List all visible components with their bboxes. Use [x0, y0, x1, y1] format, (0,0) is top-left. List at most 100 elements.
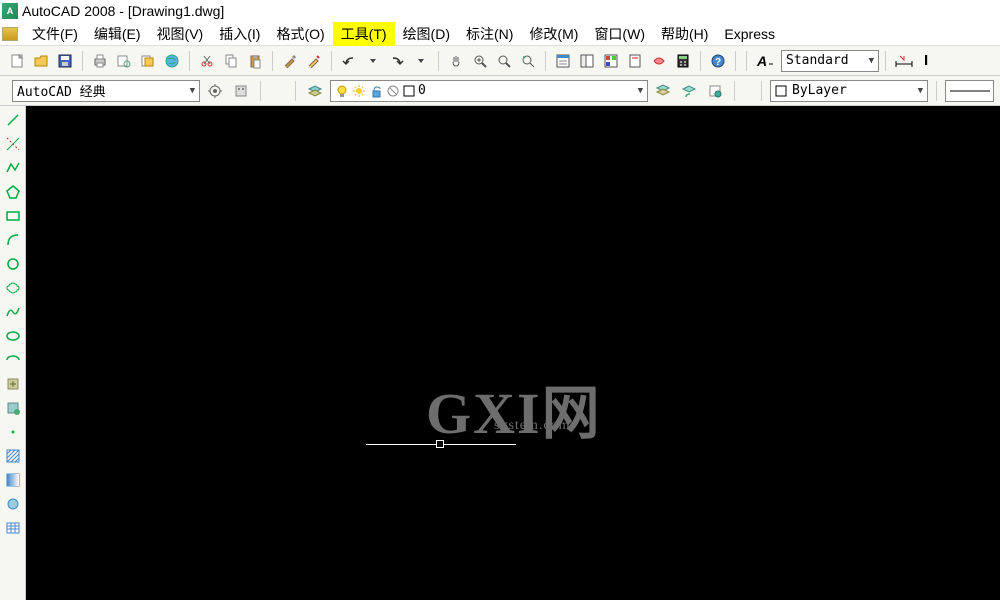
menu-modify[interactable]: 修改(M): [521, 22, 586, 46]
layer-combo[interactable]: 0 ▼: [330, 80, 648, 102]
publish-icon[interactable]: [137, 50, 159, 72]
ellipse-icon[interactable]: [3, 326, 23, 346]
app-icon: A: [2, 3, 18, 19]
properties-icon[interactable]: [552, 50, 574, 72]
svg-text:?: ?: [715, 57, 721, 68]
redo-dropdown-icon[interactable]: [410, 50, 432, 72]
drawing-canvas[interactable]: GXI网 system.com: [26, 106, 1000, 600]
layer-previous-icon[interactable]: [678, 80, 700, 102]
plot-preview-icon[interactable]: [113, 50, 135, 72]
linetype-combo[interactable]: [945, 80, 994, 102]
workspace-combo[interactable]: AutoCAD 经典 ▼: [12, 80, 200, 102]
chevron-down-icon: ▼: [190, 86, 195, 96]
globe-icon[interactable]: [161, 50, 183, 72]
menu-insert[interactable]: 插入(I): [211, 22, 268, 46]
sun-icon: [352, 84, 366, 98]
spline-icon[interactable]: [3, 302, 23, 322]
polyline-icon[interactable]: [3, 158, 23, 178]
dim-style-icon[interactable]: [892, 50, 918, 72]
menu-tools[interactable]: 工具(T): [333, 22, 395, 46]
layer-value: 0: [418, 83, 426, 98]
menu-draw[interactable]: 绘图(D): [395, 22, 458, 46]
menu-format[interactable]: 格式(O): [268, 22, 332, 46]
hatch-icon[interactable]: [3, 446, 23, 466]
open-file-icon[interactable]: [30, 50, 52, 72]
zoom-previous-icon[interactable]: [517, 50, 539, 72]
markup-icon[interactable]: [648, 50, 670, 72]
ellipse-arc-icon[interactable]: [3, 350, 23, 370]
menu-express[interactable]: Express: [716, 24, 783, 44]
insert-block-icon[interactable]: [3, 374, 23, 394]
separator: [438, 51, 439, 71]
undo-dropdown-icon[interactable]: [362, 50, 384, 72]
rectangle-icon[interactable]: [3, 206, 23, 226]
new-file-icon[interactable]: [6, 50, 28, 72]
point-icon[interactable]: [3, 422, 23, 442]
menu-help[interactable]: 帮助(H): [653, 22, 716, 46]
workspace-toolbar: AutoCAD 经典 ▼ 0 ▼ ByLayer ▼: [0, 76, 1000, 106]
make-block-icon[interactable]: [3, 398, 23, 418]
cut-icon[interactable]: [196, 50, 218, 72]
construction-line-icon[interactable]: [3, 134, 23, 154]
print-icon[interactable]: [89, 50, 111, 72]
lock-open-icon: [369, 84, 383, 98]
menu-view[interactable]: 视图(V): [149, 22, 212, 46]
separator: [545, 51, 546, 71]
color-combo[interactable]: ByLayer ▼: [770, 80, 928, 102]
redo-icon[interactable]: [386, 50, 408, 72]
line-icon[interactable]: [3, 110, 23, 130]
watermark-small: system.com: [494, 418, 571, 434]
separator: [761, 81, 762, 101]
text-style-icon[interactable]: A: [753, 50, 779, 72]
quickcalc-icon[interactable]: [672, 50, 694, 72]
separator: [936, 81, 937, 101]
layer-properties-icon[interactable]: [304, 80, 326, 102]
color-swatch-icon: [403, 85, 415, 97]
grip-handle[interactable]: [436, 440, 444, 448]
layer-states-icon[interactable]: [652, 80, 674, 102]
paste-icon[interactable]: [244, 50, 266, 72]
layer-filter-icon[interactable]: [704, 80, 726, 102]
polygon-icon[interactable]: [3, 182, 23, 202]
sheet-set-icon[interactable]: [624, 50, 646, 72]
workspace-lock-icon[interactable]: [230, 80, 252, 102]
workspace-settings-icon[interactable]: [204, 80, 226, 102]
zoom-window-icon[interactable]: [493, 50, 515, 72]
circle-icon[interactable]: [3, 254, 23, 274]
copy-icon[interactable]: [220, 50, 242, 72]
revision-cloud-icon[interactable]: [3, 278, 23, 298]
menu-dimension[interactable]: 标注(N): [458, 22, 521, 46]
chevron-down-icon: ▼: [638, 86, 643, 96]
separator: [734, 81, 735, 101]
menu-window[interactable]: 窗口(W): [586, 22, 653, 46]
table-icon[interactable]: [3, 518, 23, 538]
separator: [700, 51, 701, 71]
plot-icon: [386, 84, 400, 98]
tool-palettes-icon[interactable]: [600, 50, 622, 72]
folder-icon: [2, 27, 18, 41]
gradient-icon[interactable]: [3, 470, 23, 490]
bulb-on-icon: [335, 84, 349, 98]
pan-icon[interactable]: [445, 50, 467, 72]
arc-icon[interactable]: [3, 230, 23, 250]
help-icon[interactable]: ?: [707, 50, 729, 72]
workspace-value: AutoCAD 经典: [17, 81, 106, 100]
save-icon[interactable]: [54, 50, 76, 72]
menu-edit[interactable]: 编辑(E): [86, 22, 149, 46]
block-editor-icon[interactable]: [303, 50, 325, 72]
separator: [272, 51, 273, 71]
match-properties-icon[interactable]: [279, 50, 301, 72]
standard-toolbar: ? A Standard ▼ I: [0, 46, 1000, 76]
zoom-realtime-icon[interactable]: [469, 50, 491, 72]
separator: [189, 51, 190, 71]
design-center-icon[interactable]: [576, 50, 598, 72]
separator: [82, 51, 83, 71]
menu-file[interactable]: 文件(F): [24, 22, 86, 46]
text-style-combo[interactable]: Standard ▼: [781, 50, 879, 72]
separator: [331, 51, 332, 71]
separator: [295, 81, 296, 101]
menubar: 文件(F) 编辑(E) 视图(V) 插入(I) 格式(O) 工具(T) 绘图(D…: [0, 22, 1000, 46]
workspace: GXI网 system.com: [0, 106, 1000, 600]
region-icon[interactable]: [3, 494, 23, 514]
undo-icon[interactable]: [338, 50, 360, 72]
